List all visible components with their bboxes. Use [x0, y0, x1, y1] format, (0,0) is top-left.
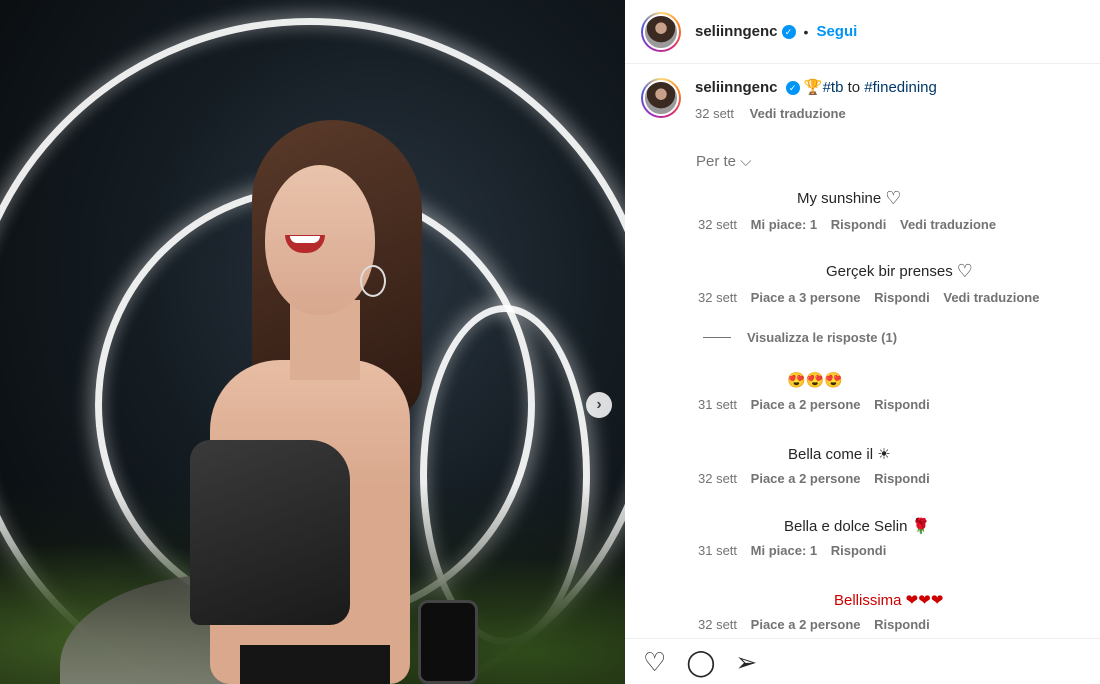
black-top — [190, 440, 350, 625]
comment-text: Bella e dolce Selin 🌹 — [784, 518, 931, 535]
caption-username[interactable]: seliinngenc — [695, 79, 778, 96]
list-item: Bella e dolce Selin 🌹 31 sett Mi piace: … — [698, 517, 1088, 558]
comments-scroll[interactable]: seliinngenc ✓ 🏆#tb to #finedining 32 set… — [625, 64, 1100, 638]
teeth — [290, 236, 320, 243]
list-item: Gerçek bir prenses ♡ 32 sett Piace a 3 pe… — [698, 261, 1088, 305]
separator-dot: • — [803, 23, 809, 40]
instagram-post-view: › seliinngenc ✓ • Segui seliinngenc ✓ 🏆#… — [0, 0, 1100, 684]
action-bar: ♡ ◯ ➢ — [625, 638, 1100, 684]
view-replies-label[interactable]: Visualizza le risposte (1) — [747, 330, 897, 345]
earring — [360, 265, 386, 297]
list-item: Bella come il ☀ 32 sett Piace a 2 person… — [698, 445, 1088, 486]
post-sidebar: seliinngenc ✓ • Segui seliinngenc ✓ 🏆#tb… — [625, 0, 1100, 684]
likes-count[interactable]: Piace a 2 persone — [751, 471, 861, 486]
reply-button[interactable]: Rispondi — [874, 471, 930, 486]
photo-subject — [190, 110, 478, 684]
translate-button[interactable]: Vedi traduzione — [750, 106, 846, 121]
skirt — [240, 645, 390, 684]
username[interactable]: seliinngenc — [695, 23, 778, 40]
list-item: Bellissima ❤❤❤ 32 sett Piace a 2 persone… — [698, 591, 1088, 632]
heart-icon[interactable]: ♡ — [885, 188, 901, 209]
hashtag-tb[interactable]: #tb — [823, 79, 844, 96]
caption-time[interactable]: 32 sett — [695, 106, 734, 121]
handbag — [418, 600, 478, 684]
likes-count[interactable]: Piace a 2 persone — [751, 397, 861, 412]
comment-time[interactable]: 32 sett — [698, 617, 737, 632]
comment-text: Bella come il ☀ — [788, 446, 891, 463]
likes-count[interactable]: Piace a 2 persone — [751, 617, 861, 632]
list-item: 😍😍😍 31 sett Piace a 2 persone Rispondi — [698, 371, 1088, 412]
sort-dropdown[interactable]: Per te ⌵ — [696, 153, 752, 170]
follow-button[interactable]: Segui — [816, 23, 857, 40]
reply-button[interactable]: Rispondi — [831, 543, 887, 558]
comment-icon[interactable]: ◯ — [686, 649, 715, 675]
list-item: My sunshine ♡ 32 sett Mi piace: 1 Rispond… — [698, 188, 1088, 232]
caption: seliinngenc ✓ 🏆#tb to #finedining 32 set… — [641, 78, 1081, 124]
comment-time[interactable]: 32 sett — [698, 290, 737, 305]
comment-time[interactable]: 32 sett — [698, 471, 737, 486]
comment-time[interactable]: 31 sett — [698, 397, 737, 412]
translate-button[interactable]: Vedi traduzione — [900, 217, 996, 232]
reply-button[interactable]: Rispondi — [874, 290, 930, 305]
comment-text: My sunshine — [797, 190, 882, 207]
verified-badge-icon: ✓ — [781, 24, 796, 39]
replies-line — [703, 337, 731, 338]
share-icon[interactable]: ➢ — [735, 649, 757, 675]
comment-text: Gerçek bir prenses — [826, 263, 953, 280]
caption-meta: 32 sett Vedi traduzione — [695, 104, 937, 124]
comment-text: Bellissima ❤❤❤ — [834, 592, 944, 609]
post-header: seliinngenc ✓ • Segui — [625, 0, 1100, 64]
avatar[interactable] — [641, 11, 681, 52]
reply-button[interactable]: Rispondi — [874, 397, 930, 412]
reply-button[interactable]: Rispondi — [831, 217, 887, 232]
heart-icon[interactable]: ♡ — [643, 649, 666, 675]
comment-time[interactable]: 32 sett — [698, 217, 737, 232]
likes-count[interactable]: Mi piace: 1 — [751, 543, 817, 558]
comment-text: 😍😍😍 — [787, 372, 844, 389]
comment-time[interactable]: 31 sett — [698, 543, 737, 558]
translate-button[interactable]: Vedi traduzione — [943, 290, 1039, 305]
caption-text: to — [847, 79, 861, 96]
reply-button[interactable]: Rispondi — [874, 617, 930, 632]
post-media: › — [0, 0, 625, 684]
trophy-emoji: 🏆 — [803, 79, 823, 96]
chevron-right-icon[interactable]: › — [586, 392, 612, 418]
view-replies-button[interactable]: Visualizza le risposte (1) — [703, 330, 897, 345]
likes-count[interactable]: Piace a 3 persone — [751, 290, 861, 305]
heart-icon[interactable]: ♡ — [957, 261, 973, 282]
verified-badge-icon: ✓ — [785, 81, 800, 95]
hashtag-finedining[interactable]: #finedining — [864, 79, 937, 96]
likes-count[interactable]: Mi piace: 1 — [751, 217, 817, 232]
caption-avatar[interactable] — [641, 78, 681, 118]
